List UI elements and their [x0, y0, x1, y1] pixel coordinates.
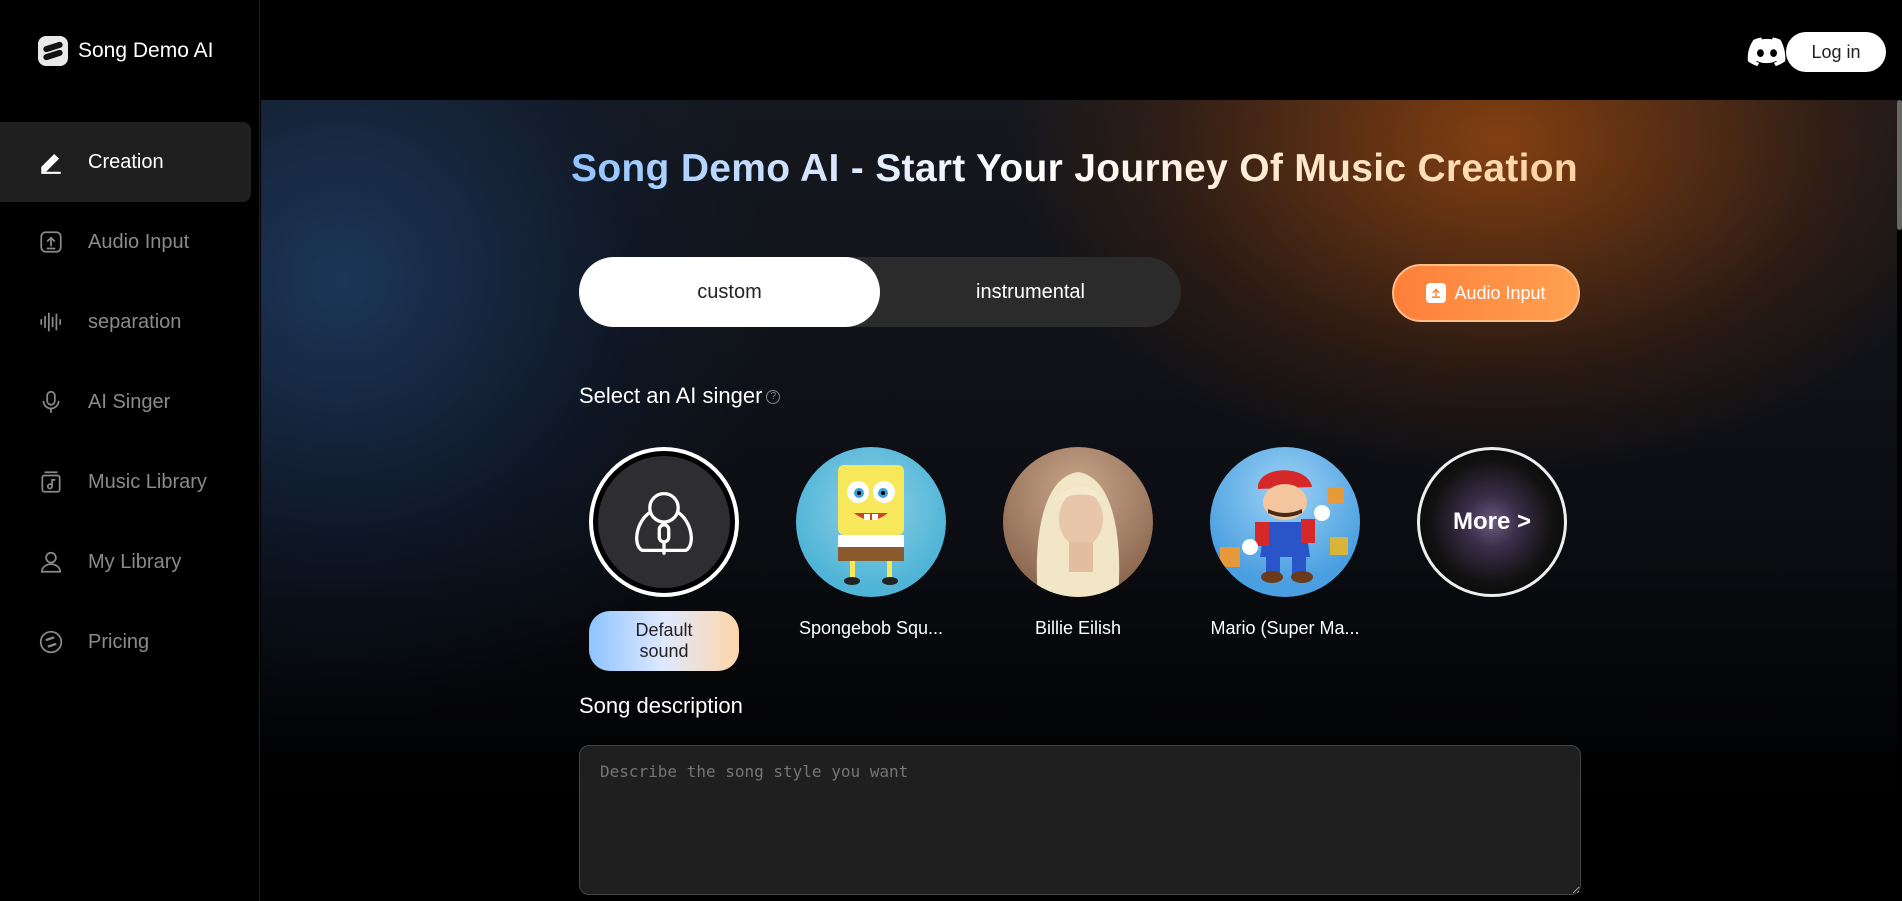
- sidebar-item-audio-input[interactable]: Audio Input: [0, 202, 251, 282]
- upload-icon: [38, 229, 64, 255]
- sidebar-item-creation[interactable]: Creation: [0, 122, 251, 202]
- discord-icon[interactable]: [1746, 31, 1788, 73]
- select-singer-heading: Select an AI singer?: [579, 383, 781, 409]
- tab-instrumental[interactable]: instrumental: [880, 257, 1181, 327]
- avatar: [1003, 447, 1153, 597]
- brand[interactable]: Song Demo AI: [38, 36, 213, 66]
- singer-mario[interactable]: Mario (Super Ma...: [1210, 447, 1360, 639]
- singer-name-default: Default sound: [589, 611, 739, 671]
- singer-spongebob[interactable]: Spongebob Squ...: [796, 447, 946, 639]
- sidebar-item-label: My Library: [88, 550, 182, 573]
- sidebar-item-music-library[interactable]: Music Library: [0, 442, 251, 522]
- login-button[interactable]: Log in: [1786, 32, 1886, 72]
- spongebob-image: [838, 465, 904, 585]
- sidebar-item-label: Audio Input: [88, 230, 190, 253]
- sidebar-item-my-library[interactable]: My Library: [0, 522, 251, 602]
- song-description-label: Song description: [579, 693, 743, 718]
- singer-default[interactable]: Default sound: [589, 447, 739, 671]
- singer-name: Spongebob Squ...: [798, 618, 944, 638]
- sidebar-item-label: separation: [88, 310, 182, 333]
- music-library-icon: [38, 469, 64, 495]
- singer-default-icon: [635, 491, 693, 555]
- sidebar-item-label: Creation: [88, 150, 164, 173]
- scrollbar[interactable]: [1897, 100, 1902, 230]
- tab-custom[interactable]: custom: [579, 257, 880, 327]
- sidebar-nav: Creation Audio Input separation AI Singe…: [0, 122, 251, 682]
- song-description-input[interactable]: [579, 745, 1581, 895]
- microphone-icon: [38, 389, 64, 415]
- avatar: [796, 447, 946, 597]
- singer-name: Billie Eilish: [1034, 618, 1122, 638]
- avatar: [1210, 447, 1360, 597]
- select-singer-label: Select an AI singer: [579, 383, 763, 408]
- more-label: More >: [1452, 508, 1532, 535]
- avatar: More >: [1417, 447, 1567, 597]
- mario-image: [1220, 470, 1348, 583]
- sidebar-item-label: Pricing: [88, 630, 150, 653]
- brand-logo-icon: [38, 36, 68, 66]
- sidebar-item-pricing[interactable]: Pricing: [0, 602, 251, 682]
- singer-name: Mario (Super Ma...: [1210, 618, 1360, 638]
- audio-input-button[interactable]: Audio Input: [1392, 264, 1580, 322]
- sidebar-item-ai-singer[interactable]: AI Singer: [0, 362, 251, 442]
- avatar: [589, 447, 739, 597]
- waveform-icon: [38, 309, 64, 335]
- upload-icon: [1426, 283, 1447, 303]
- singer-more[interactable]: More >: [1417, 447, 1567, 597]
- brand-name: Song Demo AI: [78, 39, 214, 62]
- main-content: Song Demo AI - Start Your Journey Of Mus…: [261, 100, 1897, 901]
- top-bar: Log in: [261, 0, 1902, 100]
- mode-toggle: custom instrumental: [579, 257, 1181, 327]
- help-icon[interactable]: ?: [766, 390, 781, 405]
- audio-input-label: Audio Input: [1454, 282, 1546, 303]
- sidebar-item-label: AI Singer: [88, 390, 171, 413]
- singer-billie-eilish[interactable]: Billie Eilish: [1003, 447, 1153, 639]
- page-title: Song Demo AI - Start Your Journey Of Mus…: [571, 147, 1579, 190]
- sidebar: Song Demo AI Creation Audio Input separa…: [0, 0, 260, 901]
- pencil-icon: [38, 149, 64, 175]
- sidebar-item-label: Music Library: [88, 470, 207, 493]
- coin-icon: [38, 629, 64, 655]
- singer-list: Default sound Spongebob Squ... Billie Ei…: [579, 447, 1579, 671]
- user-icon: [38, 549, 64, 575]
- sidebar-item-separation[interactable]: separation: [0, 282, 251, 362]
- billie-eilish-image: [1036, 472, 1120, 597]
